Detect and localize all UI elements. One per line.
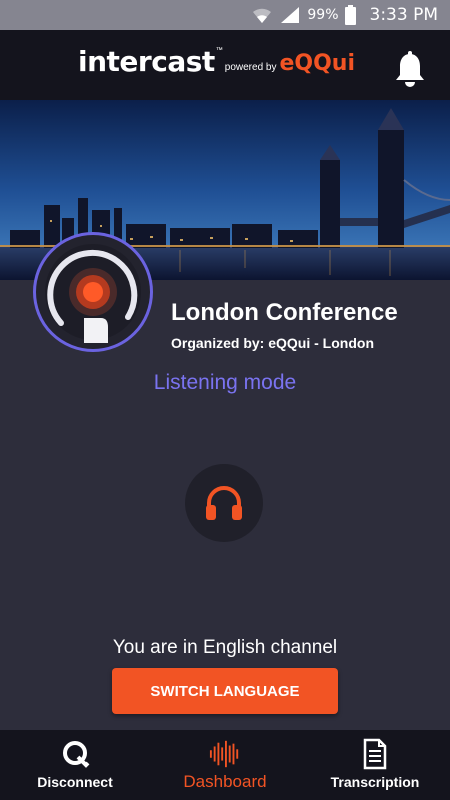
audio-wave-icon [209, 740, 239, 768]
nav-label-dashboard: Dashboard [183, 772, 267, 791]
clock: 3:33 PM [369, 5, 439, 25]
listen-button[interactable] [185, 464, 263, 542]
bottom-nav: Disconnect Dashboard Transcription [0, 730, 450, 800]
logo-main: intercast [78, 45, 215, 78]
nav-label-transcription: Transcription [330, 774, 420, 790]
logo-powered: powered by [224, 62, 277, 73]
mode-label: Listening mode [153, 371, 297, 394]
event-avatar [33, 232, 153, 352]
battery-icon [344, 5, 356, 25]
signal-icon [281, 7, 300, 23]
wifi-icon [253, 8, 272, 23]
event-organizer: Organized by: eQQui - London [171, 335, 374, 351]
switch-language-button[interactable]: SWITCH LANGUAGE [112, 668, 338, 714]
document-icon [363, 738, 387, 770]
nav-item-transcription[interactable]: Transcription [300, 730, 450, 800]
logo-tm: ™ [215, 47, 223, 54]
channel-text: You are in English channel [112, 637, 338, 658]
logo-brand: eQQui [279, 51, 355, 76]
app-logo: intercast ™ powered by eQQui [78, 45, 355, 78]
headphones-icon [206, 486, 242, 520]
status-bar: 99% 3:33 PM [0, 0, 450, 30]
nav-item-disconnect[interactable]: Disconnect [0, 730, 150, 800]
disconnect-q-icon [63, 741, 90, 768]
bell-icon[interactable] [392, 50, 428, 90]
battery-percent: 99% [307, 7, 339, 23]
event-title: London Conference [171, 299, 398, 326]
nav-label-disconnect: Disconnect [37, 774, 113, 790]
nav-item-dashboard[interactable]: Dashboard [150, 730, 300, 800]
app-header: intercast ™ powered by eQQui [0, 30, 450, 100]
